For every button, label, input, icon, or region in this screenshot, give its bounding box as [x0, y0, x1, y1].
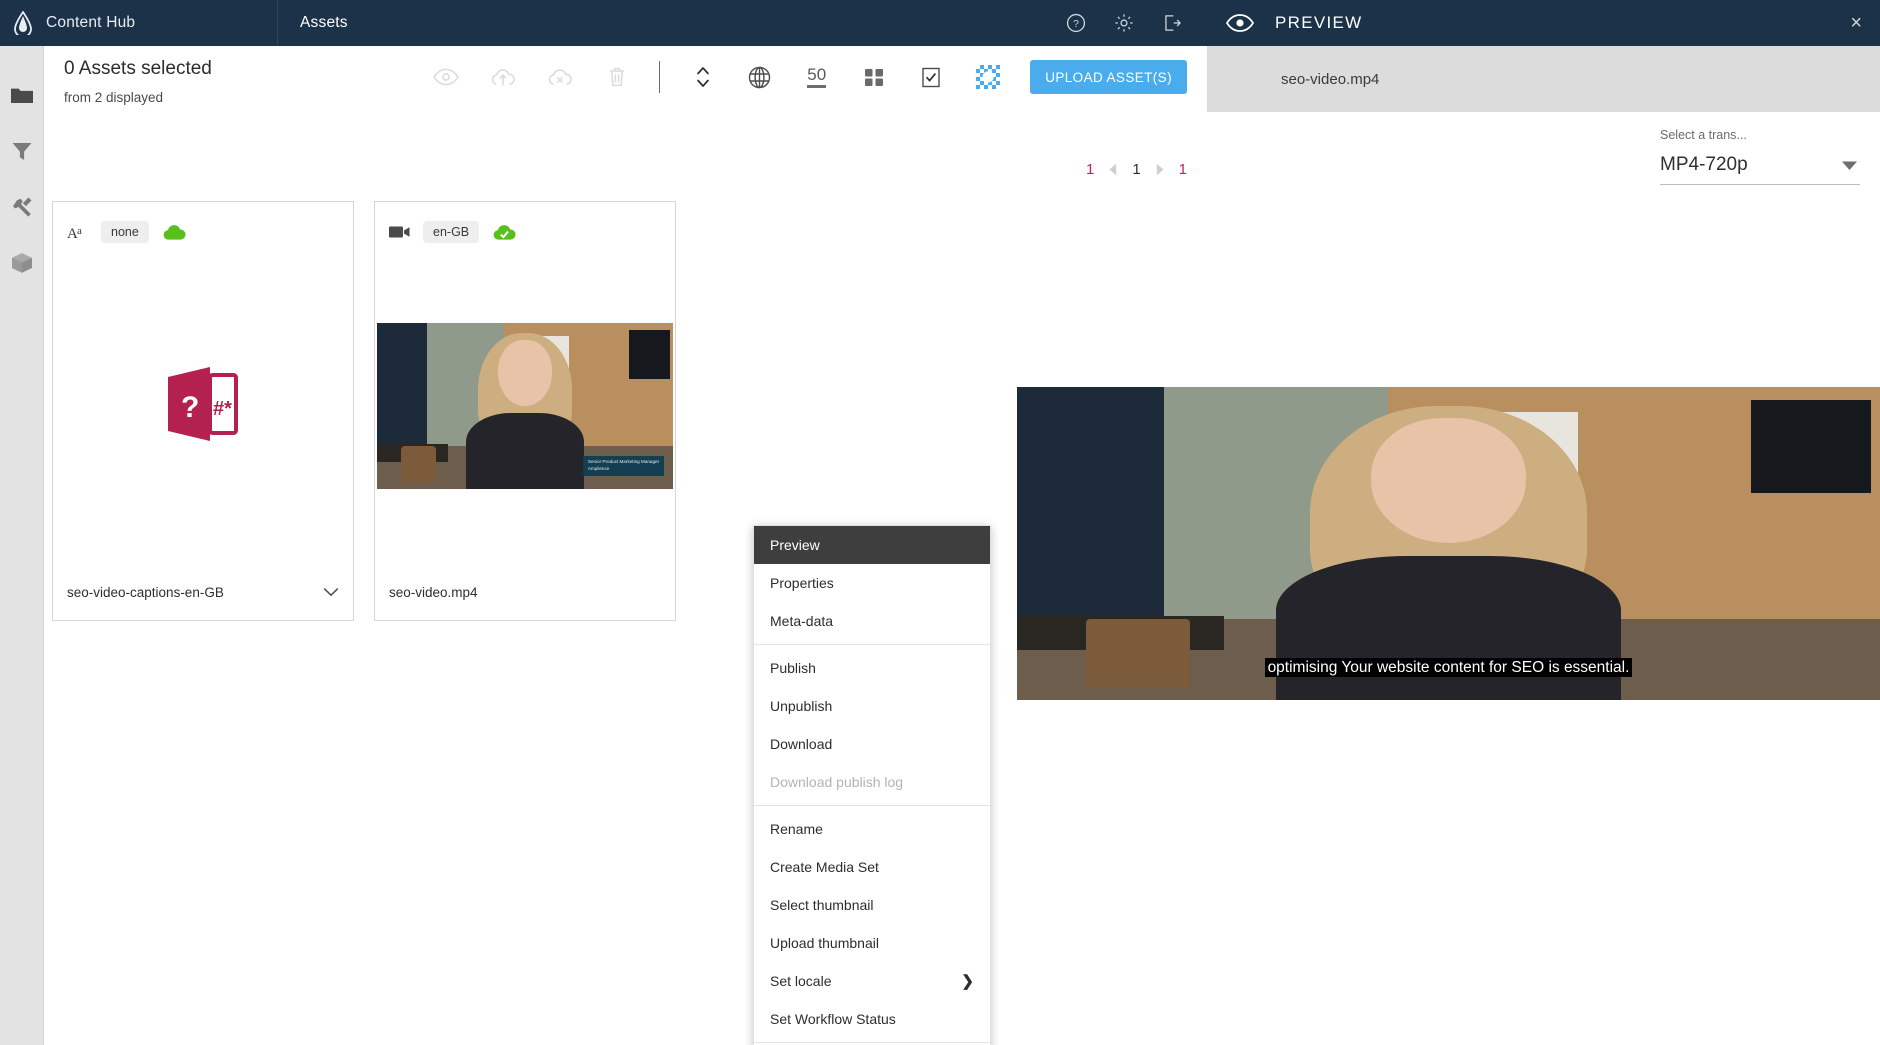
- selection-count-subtitle: from 2 displayed: [64, 90, 164, 105]
- transformation-label: Select a trans...: [1660, 128, 1747, 142]
- menu-item-set-workflow-status[interactable]: Set Workflow Status: [754, 1000, 990, 1038]
- locale-badge: en-GB: [423, 221, 480, 243]
- menu-item-publish[interactable]: Publish: [754, 649, 990, 687]
- text-format-icon: A a: [67, 222, 89, 242]
- page-size-value: 50: [807, 66, 827, 88]
- globe-icon[interactable]: [731, 54, 788, 100]
- video-still: Senior Product Marketing Manager Amplien…: [377, 323, 673, 489]
- menu-item-download[interactable]: Download: [754, 725, 990, 763]
- pagination-last[interactable]: 1: [1179, 161, 1187, 178]
- menu-item-set-locale-label: Set locale: [770, 973, 832, 989]
- help-icon[interactable]: ?: [1065, 12, 1087, 34]
- menu-item-unpublish[interactable]: Unpublish: [754, 687, 990, 725]
- close-icon[interactable]: ×: [1850, 13, 1862, 33]
- transformation-selector: Select a trans... MP4-720p: [1660, 128, 1860, 185]
- asset-card[interactable]: en-GB Senior Product Marketing Manager A…: [374, 201, 676, 621]
- folder-icon[interactable]: [9, 82, 35, 108]
- svg-text:?: ?: [181, 391, 199, 424]
- toolbar-action-group: 50 UPLOAD ASSET(S): [417, 54, 1187, 100]
- top-navigation-bar: Content Hub Assets ?: [0, 0, 1207, 46]
- preview-filename-bar: seo-video.mp4: [1207, 46, 1880, 112]
- publish-cloud-icon[interactable]: [474, 54, 531, 100]
- selection-count-title: 0 Assets selected: [64, 58, 212, 79]
- menu-item-upload-thumbnail[interactable]: Upload thumbnail: [754, 924, 990, 962]
- preview-header: PREVIEW ×: [1207, 0, 1880, 46]
- asset-grid: A a none ? #* seo-video-captions-en-GB e…: [52, 201, 676, 621]
- video-camera-icon: [389, 222, 411, 242]
- menu-separator: [754, 805, 990, 806]
- menu-item-create-media-set[interactable]: Create Media Set: [754, 848, 990, 886]
- cloud-published-icon: [491, 222, 517, 242]
- menu-item-properties[interactable]: Properties: [754, 564, 990, 602]
- eye-icon: [1225, 14, 1255, 32]
- grid-view-icon[interactable]: [845, 54, 902, 100]
- menu-item-rename[interactable]: Rename: [754, 810, 990, 848]
- asset-name: seo-video.mp4: [389, 584, 478, 600]
- asset-card-footer: seo-video-captions-en-GB: [53, 564, 353, 620]
- tools-icon[interactable]: [9, 194, 35, 220]
- asset-card-header: A a none: [53, 202, 353, 248]
- video-still: [1017, 387, 1880, 700]
- toolbar-divider: [659, 61, 661, 93]
- brand-title: Content Hub: [46, 14, 136, 31]
- asset-card-body: Senior Product Marketing Manager Amplien…: [375, 248, 675, 564]
- preview-icon[interactable]: [417, 54, 474, 100]
- transformation-value: MP4-720p: [1660, 154, 1748, 175]
- delete-trash-icon[interactable]: [588, 54, 645, 100]
- left-icon-rail: [0, 46, 44, 1045]
- pagination-prev-icon[interactable]: [1108, 163, 1118, 176]
- pagination-current: 1: [1132, 161, 1141, 178]
- assets-toolbar: 0 Assets selected from 2 displayed 50 UP…: [44, 46, 1207, 110]
- asset-card-footer: seo-video.mp4: [375, 564, 675, 620]
- pagination: 1 1 1: [1086, 161, 1187, 178]
- pagination-first[interactable]: 1: [1086, 161, 1094, 178]
- tab-assets[interactable]: Assets: [278, 0, 348, 46]
- chevron-right-icon: ❯: [961, 973, 974, 990]
- preview-filename: seo-video.mp4: [1281, 70, 1380, 88]
- lower-third-line2: Amplience: [587, 465, 610, 471]
- menu-item-meta-data[interactable]: Meta-data: [754, 602, 990, 640]
- box-icon[interactable]: [9, 250, 35, 276]
- lower-third-overlay: Senior Product Marketing Manager Amplien…: [582, 455, 665, 476]
- settings-gear-icon[interactable]: [1113, 12, 1135, 34]
- svg-text:#*: #*: [213, 398, 232, 420]
- select-all-icon[interactable]: [902, 54, 959, 100]
- unknown-file-type-icon: ? #*: [166, 365, 240, 448]
- asset-card[interactable]: A a none ? #* seo-video-captions-en-GB: [52, 201, 354, 621]
- app-root: Content Hub Assets ? 0 Assets selected f…: [0, 0, 1880, 1045]
- svg-text:a: a: [77, 225, 82, 237]
- logout-icon[interactable]: [1161, 12, 1183, 34]
- unpublish-cloud-icon[interactable]: [531, 54, 588, 100]
- asset-card-header: en-GB: [375, 202, 675, 248]
- preview-title: PREVIEW: [1275, 13, 1363, 32]
- filter-icon[interactable]: [9, 138, 35, 164]
- menu-separator: [754, 1042, 990, 1043]
- lower-third-line1: Senior Product Marketing Manager: [587, 458, 660, 464]
- menu-item-select-thumbnail[interactable]: Select thumbnail: [754, 886, 990, 924]
- asset-thumbnail: Senior Product Marketing Manager Amplien…: [377, 323, 673, 489]
- svg-text:?: ?: [1073, 18, 1079, 30]
- transformation-dropdown[interactable]: MP4-720p: [1660, 148, 1860, 185]
- topbar-icon-group: ?: [1065, 12, 1207, 34]
- chevron-down-icon[interactable]: [323, 587, 339, 597]
- brand-cell[interactable]: Content Hub: [0, 0, 278, 46]
- menu-item-set-locale[interactable]: Set locale ❯: [754, 962, 990, 1000]
- amplience-logo-icon: [0, 0, 46, 46]
- menu-item-download-publish-log: Download publish log: [770, 774, 904, 790]
- menu-item-preview[interactable]: Preview: [754, 526, 990, 564]
- chevron-down-icon: [1842, 161, 1857, 170]
- cloud-published-icon: [161, 222, 187, 242]
- upload-assets-button[interactable]: UPLOAD ASSET(S): [1030, 60, 1187, 94]
- menu-separator: [754, 644, 990, 645]
- locale-badge: none: [101, 221, 149, 243]
- page-size-icon[interactable]: 50: [788, 54, 845, 100]
- sort-icon[interactable]: [674, 54, 731, 100]
- transparency-icon[interactable]: [959, 54, 1016, 100]
- asset-name: seo-video-captions-en-GB: [67, 584, 224, 600]
- pagination-next-icon[interactable]: [1155, 163, 1165, 176]
- asset-card-body: ? #*: [53, 248, 353, 564]
- asset-context-menu: Preview Properties Meta-data Publish Unp…: [753, 525, 991, 1045]
- preview-video-player[interactable]: optimising Your website content for SEO …: [1017, 387, 1880, 700]
